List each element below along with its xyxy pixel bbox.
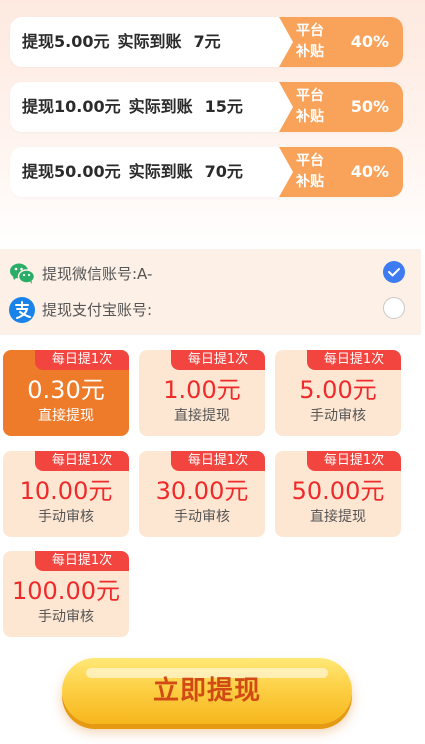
amount-card[interactable]: 每日提1次 10.00元 手动审核 [3,451,129,537]
wechat-radio[interactable] [383,261,405,283]
amount-card[interactable]: 每日提1次 1.00元 直接提现 [139,350,265,436]
amount-card[interactable]: 每日提1次 30.00元 手动审核 [139,451,265,537]
withdraw-now-button[interactable]: 立即提现 [62,658,352,724]
amount-card[interactable]: 每日提1次 5.00元 手动审核 [275,350,401,436]
promo-text: 提现10.00元 实际到账 15元 [22,97,243,116]
subsidy-badge: 平台 补贴 40% [279,147,403,197]
promo-text: 提现50.00元 实际到账 70元 [22,162,243,181]
subsidy-badge: 平台 补贴 40% [279,17,403,67]
amount-card[interactable]: 每日提1次 100.00元 手动审核 [3,551,129,637]
amount-value: 10.00元 [19,477,113,505]
amount-method: 手动审核 [38,609,94,625]
wechat-icon [8,260,36,288]
amount-method: 手动审核 [38,509,94,525]
daily-limit-tag: 每日提1次 [171,451,265,471]
amount-value: 1.00元 [163,376,241,404]
amount-value: 0.30元 [27,376,105,404]
subsidy-percent: 40% [350,162,389,181]
amount-card[interactable]: 每日提1次 0.30元 直接提现 [3,350,129,436]
promo-row: 提现10.00元 实际到账 15元 平台 补贴 50% [10,82,403,132]
amount-card[interactable]: 每日提1次 50.00元 直接提现 [275,451,401,537]
payment-method-section: 提现微信账号:A- 提现支付宝账号: [0,249,421,335]
amount-value: 100.00元 [12,577,120,605]
amount-method: 手动审核 [174,509,230,525]
promo-text: 提现5.00元 实际到账 7元 [22,32,221,51]
daily-limit-tag: 每日提1次 [307,350,401,370]
daily-limit-tag: 每日提1次 [171,350,265,370]
promo-row: 提现50.00元 实际到账 70元 平台 补贴 40% [10,147,403,197]
wechat-option[interactable]: 提现微信账号:A- [8,259,413,287]
check-icon [388,268,400,277]
daily-limit-tag: 每日提1次 [307,451,401,471]
alipay-icon [8,296,36,324]
wechat-account-label: 提现微信账号:A- [42,265,153,283]
daily-limit-tag: 每日提1次 [35,350,129,370]
amount-method: 直接提现 [38,408,94,424]
daily-limit-tag: 每日提1次 [35,551,129,571]
alipay-radio[interactable] [383,297,405,319]
amount-value: 5.00元 [299,376,377,404]
subsidy-badge: 平台 补贴 50% [279,82,403,132]
promo-row: 提现5.00元 实际到账 7元 平台 补贴 40% [10,17,403,67]
amount-value: 50.00元 [291,477,385,505]
subsidy-percent: 40% [350,32,389,51]
amount-method: 直接提现 [174,408,230,424]
amount-value: 30.00元 [155,477,249,505]
subsidy-percent: 50% [350,97,389,116]
amount-method: 直接提现 [310,509,366,525]
withdraw-now-label: 立即提现 [152,676,261,706]
amount-method: 手动审核 [310,408,366,424]
alipay-account-label: 提现支付宝账号: [42,301,153,319]
daily-limit-tag: 每日提1次 [35,451,129,471]
alipay-option[interactable]: 提现支付宝账号: [8,295,413,323]
